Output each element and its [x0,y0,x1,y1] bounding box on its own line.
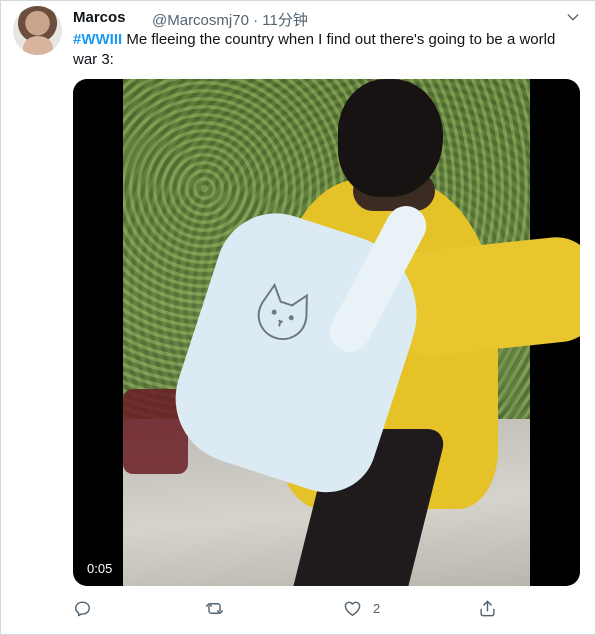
author-handle-and-time: @Marcosmj70 · 11分钟 [152,9,308,30]
reply-button[interactable] [73,599,92,618]
tweet-actions: 2 [73,597,583,627]
hashtag-link[interactable]: #WWIII [73,31,122,48]
timestamp[interactable]: 11分钟 [262,12,308,29]
video-duration: 0:05 [81,559,119,579]
hair [338,79,443,197]
share-icon [480,600,495,617]
more-options-button[interactable] [563,7,583,27]
like-count: 2 [373,601,381,616]
separator-dot: · [253,12,259,29]
retweet-button[interactable] [205,599,224,618]
running-person [158,79,580,586]
share-button[interactable] [478,599,497,618]
author-handle[interactable]: @Marcosmj70 [152,12,249,29]
retweet-icon [205,603,224,614]
avatar[interactable] [13,6,62,55]
reply-icon [75,601,90,617]
tweet-body: Me fleeing the country when I find out t… [73,31,556,68]
tweet-text: #WWIII Me fleeing the country when I fin… [73,30,583,70]
like-button[interactable]: 2 [343,599,380,618]
like-icon [344,601,361,616]
tweet-card[interactable]: Marcos @Marcosmj70 · 11分钟 #WWIII Me flee… [0,0,596,635]
video-frame [123,79,580,586]
author-name[interactable]: Marcos [73,9,126,26]
video-player[interactable]: 0:05 [73,79,580,586]
chevron-down-icon [567,14,579,21]
